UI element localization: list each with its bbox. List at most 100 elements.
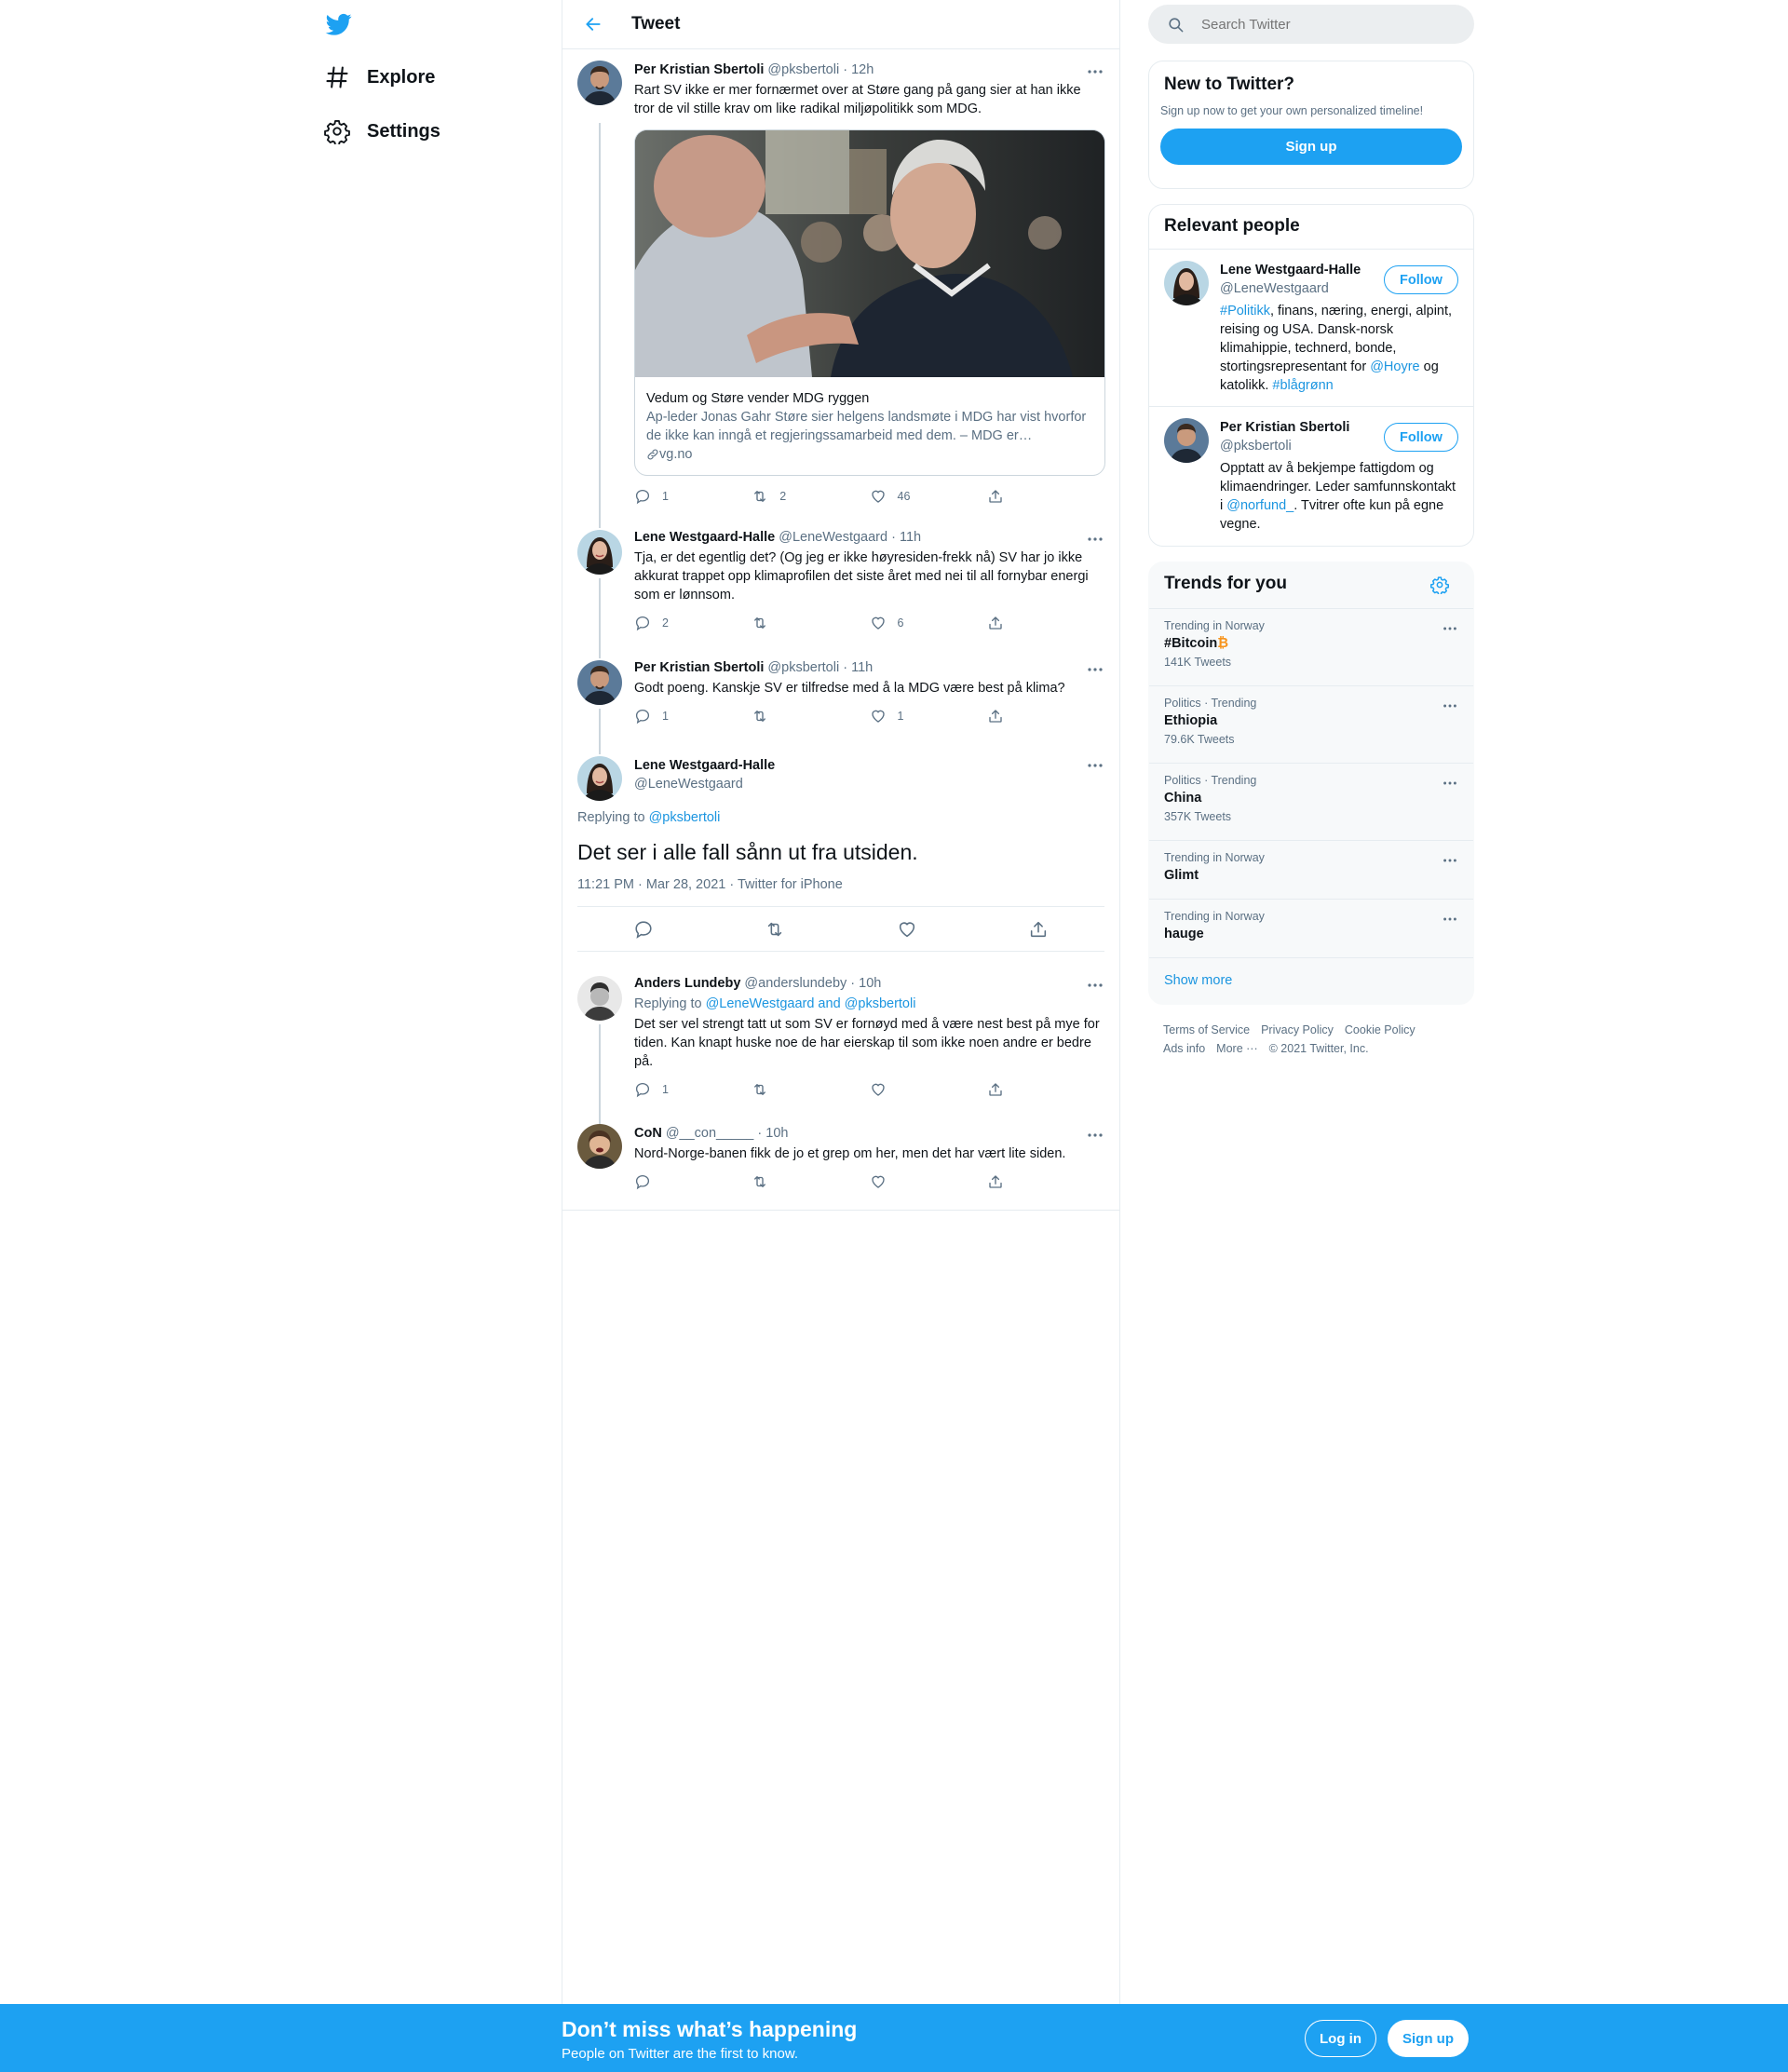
replying-to-link[interactable]: @LeneWestgaard and @pksbertoli xyxy=(706,996,916,1011)
share-icon[interactable] xyxy=(1028,919,1049,940)
trend-item[interactable]: Trending in Norway Glimt xyxy=(1149,840,1473,899)
like-button[interactable]: 46 xyxy=(870,488,987,505)
bio-hashtag-link[interactable]: #blågrønn xyxy=(1272,378,1333,393)
avatar[interactable] xyxy=(577,660,622,705)
retweet-icon[interactable] xyxy=(765,919,785,940)
tweet-time[interactable]: · 10h xyxy=(757,1124,788,1143)
more-options-icon[interactable] xyxy=(1086,1126,1104,1144)
more-options-icon[interactable] xyxy=(1442,911,1458,928)
author-name[interactable]: Lene Westgaard-Halle xyxy=(634,528,775,547)
replying-to-link[interactable]: @pksbertoli xyxy=(649,810,721,825)
share-button[interactable] xyxy=(987,708,1104,725)
tweet-time[interactable]: · 10h xyxy=(850,974,881,993)
more-options-icon[interactable] xyxy=(1086,530,1104,548)
bio-hashtag-link[interactable]: #Politikk xyxy=(1220,304,1270,318)
footer-link-ads[interactable]: Ads info xyxy=(1163,1042,1205,1055)
author-handle[interactable]: @pksbertoli xyxy=(767,658,839,677)
gear-icon[interactable] xyxy=(1430,576,1449,594)
show-more-link[interactable]: Show more xyxy=(1164,973,1232,988)
more-options-icon[interactable] xyxy=(1086,660,1104,679)
back-button[interactable] xyxy=(577,8,609,40)
avatar[interactable] xyxy=(577,1124,622,1169)
share-button[interactable] xyxy=(987,488,1104,505)
avatar[interactable] xyxy=(1164,418,1209,463)
more-options-icon[interactable] xyxy=(1086,976,1104,995)
more-options-icon[interactable] xyxy=(1442,620,1458,637)
avatar[interactable] xyxy=(577,976,622,1021)
follow-button[interactable]: Follow xyxy=(1384,423,1458,452)
reply-count: 1 xyxy=(662,1083,669,1096)
author-name[interactable]: CoN xyxy=(634,1124,662,1143)
bio-mention-link[interactable]: @Hoyre xyxy=(1370,359,1419,374)
author-name[interactable]: Per Kristian Sbertoli xyxy=(634,61,764,79)
avatar[interactable] xyxy=(1164,261,1209,305)
retweet-button[interactable] xyxy=(752,708,869,725)
reply-tweet[interactable]: Anders Lundeby @anderslundeby · 10h Repl… xyxy=(562,965,1119,1117)
trend-item[interactable]: Trending in Norway #Bitcoin₿ 141K Tweets xyxy=(1149,608,1473,685)
author-name[interactable]: Anders Lundeby xyxy=(634,974,740,993)
footer-link-privacy[interactable]: Privacy Policy xyxy=(1261,1023,1334,1036)
author-handle[interactable]: @pksbertoli xyxy=(767,61,839,79)
author-handle[interactable]: @__con_____ xyxy=(666,1124,754,1143)
retweet-button[interactable] xyxy=(752,1081,869,1098)
twitter-logo-icon[interactable] xyxy=(324,11,354,37)
author-handle[interactable]: @LeneWestgaard xyxy=(634,775,743,793)
reply-button[interactable]: 1 xyxy=(634,708,752,725)
like-button[interactable] xyxy=(870,1173,987,1190)
tweet-timestamp[interactable]: 11:21 PM · Mar 28, 2021 · Twitter for iP… xyxy=(577,877,1104,907)
more-options-icon[interactable] xyxy=(1442,852,1458,869)
author-handle[interactable]: @anderslundeby xyxy=(744,974,847,993)
avatar[interactable] xyxy=(577,61,622,105)
trend-item[interactable]: Politics · Trending Ethiopia 79.6K Tweet… xyxy=(1149,685,1473,763)
tweet-time[interactable]: · 11h xyxy=(891,528,921,547)
show-more-trends[interactable]: Show more xyxy=(1149,957,1473,1003)
share-button[interactable] xyxy=(987,615,1104,631)
person-card[interactable]: Follow Per Kristian Sbertoli @pksbertoli… xyxy=(1149,406,1473,544)
follow-button[interactable]: Follow xyxy=(1384,265,1458,294)
share-button[interactable] xyxy=(987,1081,1104,1098)
tweet-time[interactable]: · 12h xyxy=(843,61,874,79)
trend-item[interactable]: Politics · Trending China 357K Tweets xyxy=(1149,763,1473,840)
more-options-icon[interactable] xyxy=(1086,756,1104,775)
nav-settings[interactable]: Settings xyxy=(324,111,440,152)
author-handle[interactable]: @LeneWestgaard xyxy=(779,528,887,547)
login-button[interactable]: Log in xyxy=(1305,2020,1376,2057)
footer-link-more[interactable]: More ··· xyxy=(1216,1042,1257,1055)
reply-button[interactable]: 1 xyxy=(634,488,752,505)
author-name[interactable]: Lene Westgaard-Halle xyxy=(634,756,775,775)
like-button[interactable]: 1 xyxy=(870,708,987,725)
search-bar[interactable] xyxy=(1148,5,1474,44)
retweet-button[interactable] xyxy=(752,1173,869,1190)
reply-button[interactable]: 2 xyxy=(634,615,752,631)
more-options-icon[interactable] xyxy=(1442,697,1458,714)
person-card[interactable]: Follow Lene Westgaard-Halle @LeneWestgaa… xyxy=(1149,249,1473,406)
avatar[interactable] xyxy=(577,756,622,801)
search-input[interactable] xyxy=(1201,16,1443,33)
thread-tweet[interactable]: Per Kristian Sbertoli @pksbertoli · 11h … xyxy=(562,651,1119,745)
reply-tweet[interactable]: CoN @__con_____ · 10h Nord-Norge-banen f… xyxy=(562,1117,1119,1211)
avatar[interactable] xyxy=(577,530,622,575)
retweet-button[interactable]: 2 xyxy=(752,488,869,505)
retweet-button[interactable] xyxy=(752,615,869,631)
more-options-icon[interactable] xyxy=(1442,775,1458,792)
author-name[interactable]: Per Kristian Sbertoli xyxy=(634,658,764,677)
bio-mention-link[interactable]: @norfund_ xyxy=(1226,498,1294,513)
link-card[interactable]: Vedum og Støre vender MDG ryggen Ap-lede… xyxy=(634,129,1105,476)
like-button[interactable]: 6 xyxy=(870,615,987,631)
trend-item[interactable]: Trending in Norway hauge xyxy=(1149,899,1473,957)
footer-link-cookies[interactable]: Cookie Policy xyxy=(1345,1023,1416,1036)
heart-icon[interactable] xyxy=(897,919,917,940)
footer-link-terms[interactable]: Terms of Service xyxy=(1163,1023,1250,1036)
signup-button[interactable]: Sign up xyxy=(1388,2020,1469,2057)
nav-explore[interactable]: Explore xyxy=(324,57,435,98)
reply-button[interactable]: 1 xyxy=(634,1081,752,1098)
share-button[interactable] xyxy=(987,1173,1104,1190)
thread-tweet[interactable]: Per Kristian Sbertoli @pksbertoli · 12h … xyxy=(562,49,1119,521)
more-options-icon[interactable] xyxy=(1086,62,1104,81)
tweet-time[interactable]: · 11h xyxy=(843,658,873,677)
thread-tweet[interactable]: Lene Westgaard-Halle @LeneWestgaard · 11… xyxy=(562,521,1119,651)
reply-icon[interactable] xyxy=(633,919,654,940)
like-button[interactable] xyxy=(870,1081,987,1098)
reply-button[interactable] xyxy=(634,1173,752,1190)
sidebar-signup-button[interactable]: Sign up xyxy=(1160,129,1462,165)
